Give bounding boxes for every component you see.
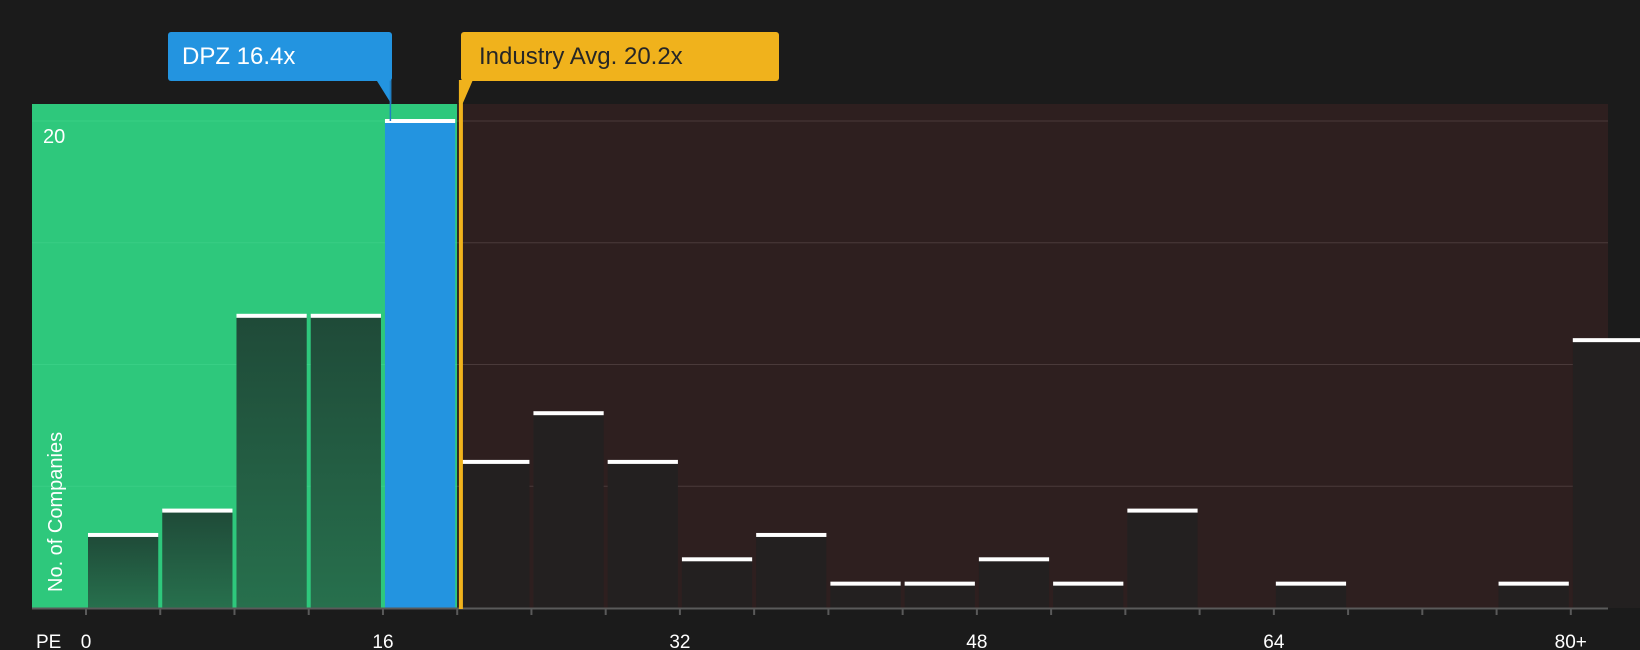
- industry-avg-line: [458, 100, 463, 609]
- histogram-bar: [533, 413, 604, 608]
- x-tick-label: 0: [81, 632, 92, 650]
- histogram-bar: [1498, 583, 1569, 608]
- company-pe-pointer: [376, 80, 392, 104]
- histogram-bar: [830, 583, 901, 608]
- y-tick-label: 20: [43, 126, 65, 148]
- x-tick-label: 32: [669, 632, 690, 650]
- bar-cap: [310, 313, 381, 318]
- histogram-bar: [1053, 583, 1124, 608]
- x-axis-label: PE: [36, 632, 61, 650]
- histogram-bar: [607, 461, 678, 608]
- company-pe-label: DPZ 16.4x: [182, 43, 296, 70]
- bar-cap: [681, 557, 753, 562]
- industry-avg-label: Industry Avg. 20.2x: [479, 43, 683, 70]
- bar-cap: [1127, 508, 1198, 513]
- bar-cap: [88, 532, 159, 537]
- bar-cap: [162, 508, 233, 513]
- bar-cap: [756, 532, 827, 537]
- bar-cap: [384, 119, 456, 123]
- histogram-bar: [236, 315, 307, 608]
- histogram-bar: [681, 559, 753, 608]
- bar-cap: [1275, 581, 1347, 586]
- bar-cap: [1498, 581, 1569, 586]
- histogram-bar: [162, 510, 233, 608]
- industry-avg-pointer: [458, 80, 473, 103]
- x-tick-label: 16: [372, 632, 393, 650]
- pe-distribution-chart: 0 16 32 48 64 80+ PE 20 No. of Companies: [32, 80, 1640, 650]
- histogram-bar: [459, 461, 530, 608]
- bar-cap: [1572, 338, 1640, 343]
- histogram-bar: [384, 121, 456, 608]
- bar-cap: [533, 411, 604, 416]
- x-tick-label: 64: [1263, 632, 1285, 650]
- x-tick-label: 48: [966, 632, 987, 650]
- y-axis-label: No. of Companies: [45, 432, 67, 592]
- industry-avg-badge: Industry Avg. 20.2x: [461, 32, 779, 81]
- bar-cap: [978, 557, 1050, 562]
- histogram-bar: [310, 315, 381, 608]
- histogram-bar: [978, 559, 1050, 608]
- histogram-bar: [1275, 583, 1347, 608]
- bar-cap: [459, 459, 530, 464]
- histogram-bar: [1572, 340, 1640, 608]
- histogram-bar: [756, 534, 827, 608]
- bar-cap: [904, 581, 975, 586]
- company-pe-badge: DPZ 16.4x: [168, 32, 392, 81]
- histogram-bar: [1127, 510, 1198, 608]
- x-tick-label: 80+: [1555, 632, 1587, 650]
- histogram-bar: [904, 583, 975, 608]
- bar-cap: [1053, 581, 1124, 586]
- bar-cap: [607, 459, 678, 464]
- bar-cap: [830, 581, 901, 586]
- bar-cap: [236, 313, 307, 318]
- histogram-bar: [88, 534, 159, 608]
